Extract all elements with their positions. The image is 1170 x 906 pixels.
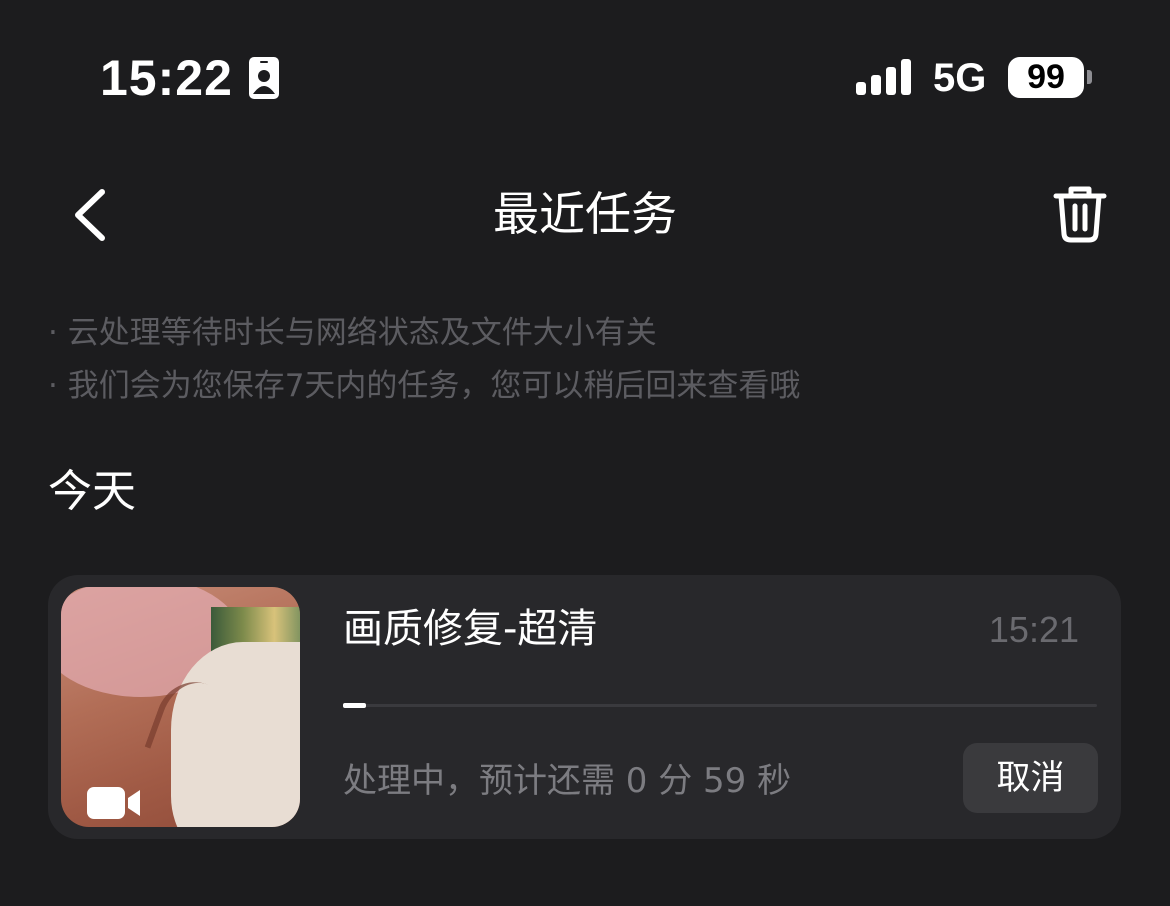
contact-card-icon <box>249 57 279 99</box>
progress-bar <box>343 703 1097 708</box>
video-thumbnail[interactable] <box>61 587 300 827</box>
video-camera-icon <box>87 787 140 819</box>
progress-fill <box>343 703 366 708</box>
status-time: 15:22 <box>100 50 233 106</box>
network-type: 5G <box>933 56 987 100</box>
task-card[interactable]: 画质修复-超清 15:21 处理中，预计还需 0 分 59 秒 取消 <box>48 575 1121 839</box>
task-title: 画质修复-超清 <box>343 606 598 652</box>
task-time: 15:21 <box>988 609 1079 650</box>
section-header-today: 今天 <box>48 466 136 517</box>
task-status: 处理中，预计还需 0 分 59 秒 <box>343 761 792 801</box>
page-title: 最近任务 <box>493 187 677 241</box>
info-note: · 云处理等待时长与网络状态及文件大小有关 <box>48 315 657 351</box>
delete-trash-icon[interactable] <box>1050 182 1110 246</box>
cancel-button[interactable]: 取消 <box>963 743 1098 813</box>
info-note: · 我们会为您保存7天内的任务，您可以稍后回来查看哦 <box>48 368 801 404</box>
battery-cap-icon <box>1087 70 1092 84</box>
battery-indicator: 99 <box>1008 57 1084 98</box>
back-button[interactable] <box>60 180 120 250</box>
cellular-signal-icon <box>856 59 911 95</box>
